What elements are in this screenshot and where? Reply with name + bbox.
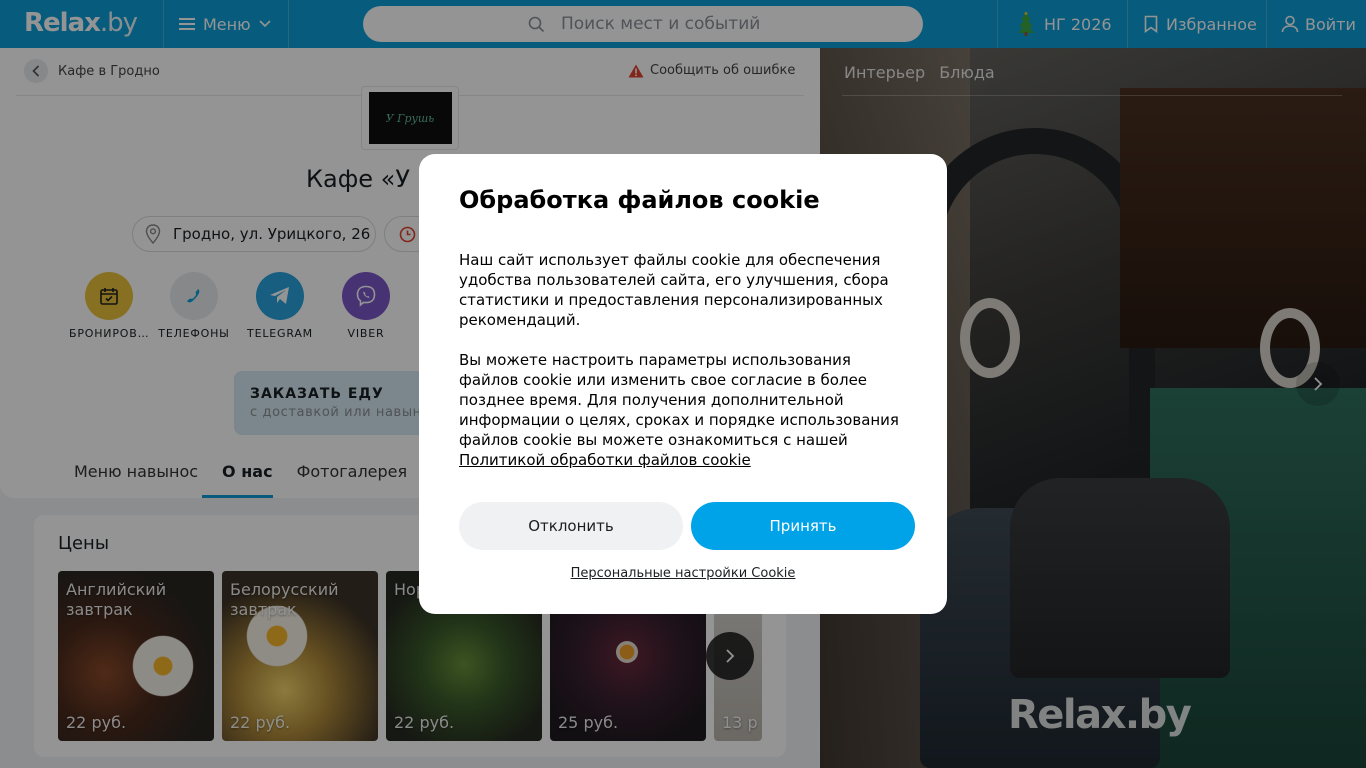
cookie-settings-link[interactable]: Персональные настройки Cookie xyxy=(419,566,947,581)
cookie-paragraph-1: Наш сайт использует файлы cookie для обе… xyxy=(459,251,889,329)
accept-button[interactable]: Принять xyxy=(691,502,915,550)
cookie-modal-title: Обработка файлов cookie xyxy=(459,186,820,214)
decline-button[interactable]: Отклонить xyxy=(459,502,683,550)
cookie-modal: Обработка файлов cookie Наш сайт использ… xyxy=(419,154,947,614)
cookie-paragraph-2: Вы можете настроить параметры использова… xyxy=(459,351,899,469)
cookie-policy-link[interactable]: Политикой обработки файлов cookie xyxy=(459,451,751,469)
cookie-modal-body: Наш сайт использует файлы cookie для обе… xyxy=(459,250,909,470)
